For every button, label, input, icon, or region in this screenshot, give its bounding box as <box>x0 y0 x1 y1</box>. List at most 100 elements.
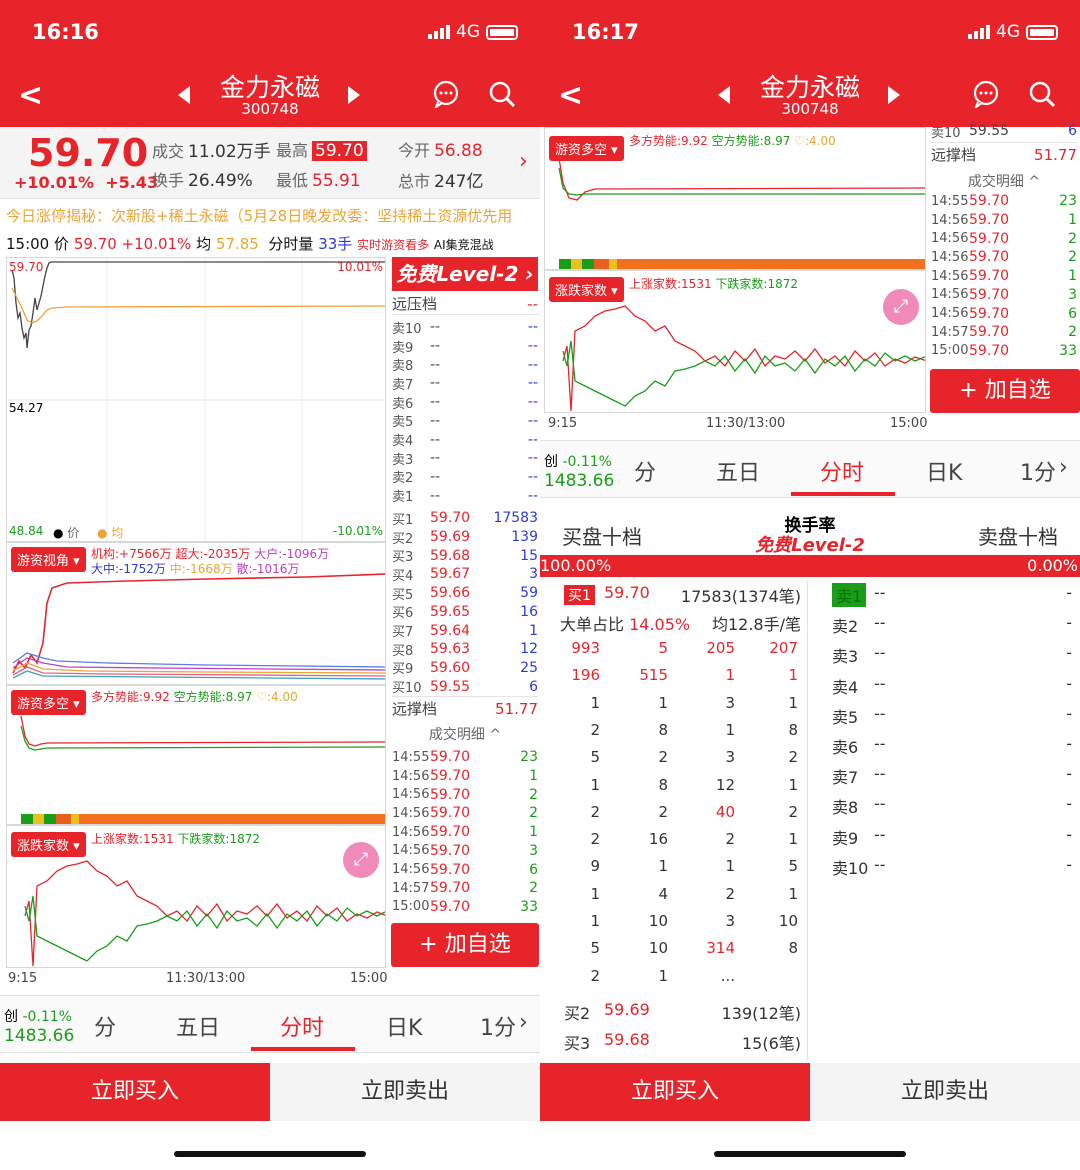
sell-level-qty: - <box>1066 824 1072 844</box>
sell-level-label: 卖6 <box>832 738 859 757</box>
queue-cell: 1 <box>590 693 600 712</box>
updown-chart[interactable]: 涨跌家数 上涨家数:1531 下跌家数:1872 ⤢ <box>6 825 386 968</box>
level-qty: 1 <box>529 768 538 785</box>
level-label: 卖5 <box>392 415 414 431</box>
next-stock-icon[interactable] <box>348 86 360 104</box>
quote-panel[interactable]: 59.70 +10.01% +5.43 成交 11.02万手 最高 59.70 今开… <box>0 127 540 199</box>
level-label: 买6 <box>392 606 414 622</box>
message-icon[interactable] <box>432 80 460 108</box>
level-price: -- <box>430 487 441 504</box>
trade-detail-toggle[interactable]: 成交明细 ^ <box>931 172 1077 191</box>
power-dropdown[interactable]: 游资多空 <box>549 136 624 161</box>
sell-now-button[interactable]: 立即卖出 <box>810 1063 1080 1121</box>
tab-five-day[interactable]: 五日 <box>176 1010 220 1042</box>
power-dropdown[interactable]: 游资多空 <box>11 690 86 715</box>
queue-cell: 8 <box>658 720 668 739</box>
queue-cell: 5 <box>658 639 668 657</box>
chevron-right-icon[interactable]: › <box>519 1010 528 1035</box>
message-icon[interactable] <box>972 80 1000 108</box>
capital-chart[interactable]: 游资视角 机构:+7566万 超大:-2035万 大户:-1096万 大中:-1… <box>6 542 386 685</box>
sell-now-button[interactable]: 立即卖出 <box>270 1063 540 1121</box>
tab-daily-k[interactable]: 日K <box>386 1010 422 1042</box>
order-level: 买4 59.67 3 <box>392 565 538 584</box>
order-level: 14:56 59.70 2 <box>392 804 538 823</box>
order-level: 卖9 -- -- <box>392 337 538 356</box>
level-qty: 1 <box>529 824 538 841</box>
sell-level-label: 卖3 <box>832 647 859 667</box>
buy-now-button[interactable]: 立即买入 <box>540 1063 810 1121</box>
trade-actions: 立即买入 立即卖出 <box>540 1063 1080 1121</box>
next-stock-icon[interactable] <box>888 86 900 104</box>
sell-level-price: -- <box>874 824 886 844</box>
market-cap: 总市 247亿 <box>398 172 484 192</box>
search-icon[interactable] <box>1028 80 1056 108</box>
level-label: 14:56 <box>392 843 430 859</box>
level-qty: 17583 <box>493 510 538 527</box>
order-level: 买1 59.70 17583 <box>392 509 538 528</box>
level-price: 59.70 <box>969 193 1010 210</box>
battery-icon <box>486 24 518 40</box>
index-info[interactable]: 创 -0.11% 1483.66 <box>544 451 614 491</box>
updown-chart[interactable]: 涨跌家数 上涨家数:1531 下跌家数:1872 ⤢ <box>544 270 926 413</box>
level-qty: 6 <box>529 678 538 695</box>
queue-cell: 8 <box>788 720 798 739</box>
level-price: 59.70 <box>430 786 471 803</box>
sell-ten-list: 卖1 -- - 卖2 -- - 卖3 -- - 卖4 -- - 卖5 -- - 卖6 -- - 卖7 -- - 卖8 -- -… <box>810 581 1080 881</box>
queue-cell: 1 <box>658 857 668 876</box>
level-label: 买10 <box>392 681 422 697</box>
power-legend: 多方势能:9.92 空方势能:8.97 ♡:4.00 <box>91 690 298 704</box>
level-label: 14:56 <box>392 768 430 784</box>
trade-detail-toggle[interactable]: 成交明细 ^ <box>392 725 538 744</box>
level-qty: 23 <box>520 749 538 766</box>
updown-dropdown[interactable]: 涨跌家数 <box>11 832 86 857</box>
level-qty: 2 <box>1068 324 1077 341</box>
order-level: 14:56 59.70 1 <box>392 823 538 842</box>
add-watchlist-button[interactable]: + 加自选 <box>391 923 539 967</box>
tab-minute[interactable]: 分 <box>634 455 656 487</box>
status-time: 16:16 <box>32 20 99 44</box>
tab-1min[interactable]: 1分 <box>480 1010 516 1042</box>
level-price: 59.70 <box>969 249 1010 266</box>
chevron-right-icon[interactable]: › <box>1059 455 1068 480</box>
level-price: -- <box>430 412 441 429</box>
tab-intraday[interactable]: 分时 <box>820 455 864 487</box>
order-level: 买7 59.64 1 <box>392 621 538 641</box>
level-label: 买9 <box>392 662 414 678</box>
level-qty: 3 <box>529 566 538 583</box>
add-watchlist-button[interactable]: + 加自选 <box>930 369 1080 413</box>
sell-level-qty: - <box>1066 583 1072 602</box>
level-qty: -- <box>527 375 538 392</box>
level2-button[interactable]: 免费Level-2 › <box>392 257 538 291</box>
tab-intraday[interactable]: 分时 <box>280 1010 324 1042</box>
legend-price: ● 价 <box>53 526 80 540</box>
status-bar: 16:17 4G <box>540 0 1080 62</box>
queue-cell: 515 <box>639 666 668 685</box>
intraday-chart[interactable]: 59.70 10.01% 54.27 48.84 ● 价 ● 均 -10.01% <box>6 257 386 542</box>
far-pressure-row: 远压档 -- <box>392 294 538 315</box>
index-info[interactable]: 创 -0.11% 1483.66 <box>4 1006 74 1046</box>
search-icon[interactable] <box>488 80 516 108</box>
capital-view-dropdown[interactable]: 游资视角 <box>11 547 86 572</box>
tab-1min[interactable]: 1分 <box>1020 455 1056 487</box>
tab-minute[interactable]: 分 <box>94 1010 116 1042</box>
level-price: -- <box>430 394 441 411</box>
expand-icon[interactable]: ⤢ <box>343 842 379 878</box>
power-chart[interactable]: 游资多空 多方势能:9.92 空方势能:8.97 ♡:4.00 <box>6 685 386 825</box>
news-ticker[interactable]: 今日涨停揭秘：次新股+稀土永磁（5月28日晚发改委：坚持稀土资源优先用 <box>0 205 540 229</box>
power-chart[interactable]: 游资多空 多方势能:9.92 空方势能:8.97 ♡:4.00 <box>544 127 926 270</box>
order-level: 14:56 59.70 3 <box>392 842 538 861</box>
buy-now-button[interactable]: 立即买入 <box>0 1063 270 1121</box>
buy1-label: 买1 <box>564 585 595 605</box>
updown-dropdown[interactable]: 涨跌家数 <box>549 277 624 302</box>
sell-level-label: 卖2 <box>832 617 859 637</box>
chevron-right-icon[interactable]: › <box>519 149 528 174</box>
expand-icon[interactable]: ⤢ <box>883 289 919 325</box>
time-start: 9:15 <box>8 971 38 986</box>
tab-five-day[interactable]: 五日 <box>716 455 760 487</box>
battery-icon <box>1026 24 1058 40</box>
level-price: 59.70 <box>430 768 471 785</box>
queue-cell: 5 <box>590 939 600 958</box>
sell-level-qty: - <box>1066 643 1072 663</box>
tab-daily-k[interactable]: 日K <box>926 455 962 487</box>
queue-cell: 2 <box>590 720 600 739</box>
